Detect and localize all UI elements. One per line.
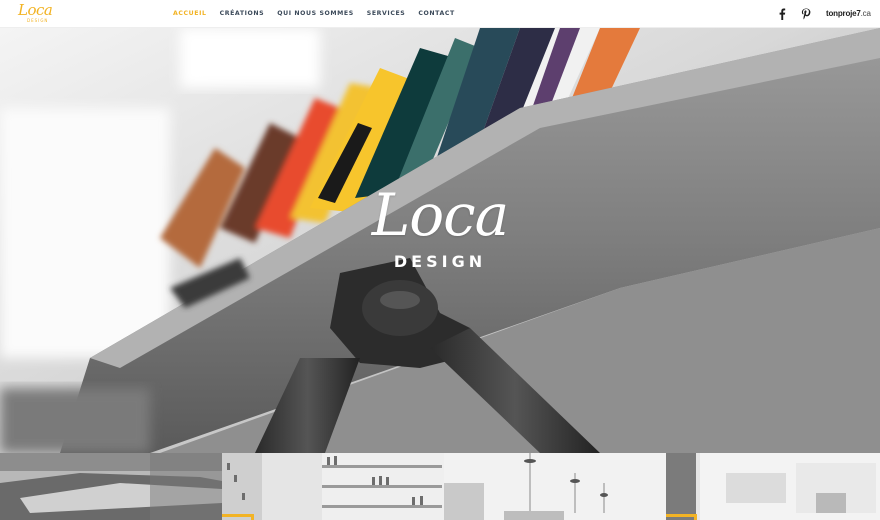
pinterest-link[interactable]	[801, 8, 811, 20]
hero-photo	[0, 28, 880, 453]
facebook-icon	[779, 8, 786, 20]
project-tile-1[interactable]	[0, 453, 222, 520]
site-logo[interactable]: Loca DESIGN	[18, 1, 54, 24]
project-tile-2-image	[222, 453, 444, 520]
project-tile-1-image	[0, 453, 222, 520]
project-tile-3-image	[444, 453, 666, 520]
partner-logo[interactable]: tonproje7.ca	[826, 9, 871, 18]
nav-item-creations[interactable]: CRÉATIONS	[220, 10, 265, 17]
project-tile-2[interactable]	[222, 453, 444, 520]
project-strip	[0, 453, 880, 520]
project-tile-4[interactable]	[666, 453, 880, 520]
project-tile-4-image	[666, 453, 880, 520]
facebook-link[interactable]	[778, 8, 786, 20]
logo-subtitle: DESIGN	[27, 18, 49, 23]
nav-item-qui-nous-sommes[interactable]: QUI NOUS SOMMES	[277, 10, 354, 17]
project-tile-3[interactable]	[444, 453, 666, 520]
project-tile-2-accent	[222, 514, 254, 520]
partner-suffix: .ca	[860, 9, 871, 18]
hero-banner: Loca DESIGN	[0, 28, 880, 453]
logo-script: Loca	[18, 1, 53, 19]
nav-item-contact[interactable]: CONTACT	[418, 10, 454, 17]
pinterest-icon	[801, 8, 811, 20]
nav-item-services[interactable]: SERVICES	[367, 10, 406, 17]
partner-name: tonproje7	[826, 9, 861, 18]
site-header: Loca DESIGN ACCUEIL CRÉATIONS QUI NOUS S…	[0, 0, 880, 28]
main-nav: ACCUEIL CRÉATIONS QUI NOUS SOMMES SERVIC…	[173, 10, 455, 17]
nav-item-accueil[interactable]: ACCUEIL	[173, 10, 207, 17]
project-tile-4-accent	[666, 514, 697, 520]
